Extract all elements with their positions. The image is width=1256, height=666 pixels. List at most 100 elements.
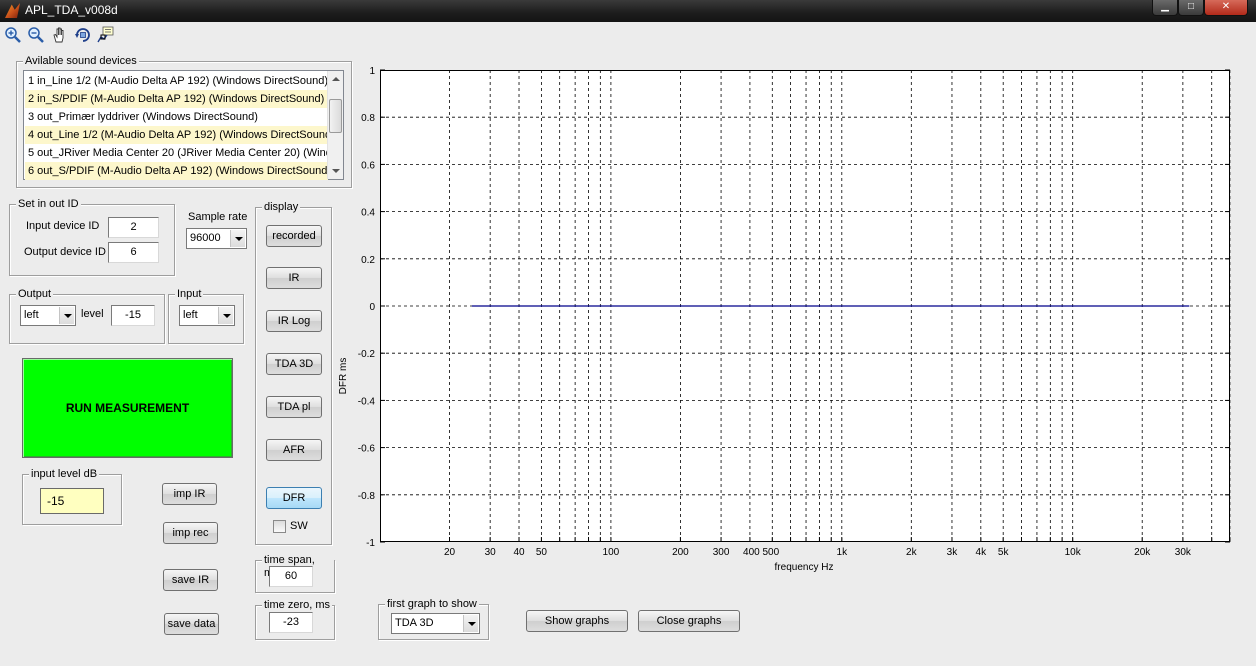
x-tick-label: 2k: [906, 547, 918, 558]
display-afr-button[interactable]: AFR: [266, 439, 322, 461]
input-level-label: input level dB: [29, 468, 100, 481]
close-window-button[interactable]: ✕: [1204, 0, 1248, 16]
input-channel-value: left: [183, 309, 198, 321]
sample-rate-select[interactable]: 96000: [186, 228, 247, 249]
data-cursor-icon[interactable]: [97, 26, 115, 44]
title-bar: APL_TDA_v008d ▁ □ ✕: [0, 0, 1256, 22]
display-tda-pl-button[interactable]: TDA pl: [266, 396, 322, 418]
x-tick-label: 200: [672, 547, 689, 558]
x-tick-label: 1k: [837, 547, 849, 558]
sample-rate-value: 96000: [190, 232, 221, 244]
input-channel-select[interactable]: left: [179, 305, 235, 326]
output-level-label: level: [81, 308, 104, 320]
zoom-in-icon[interactable]: [4, 26, 22, 44]
x-tick-label: 30: [485, 547, 497, 558]
output-channel-select[interactable]: left: [20, 305, 76, 326]
imp-rec-button[interactable]: imp rec: [163, 522, 218, 544]
scroll-up-arrow-icon[interactable]: [328, 71, 343, 87]
dfr-plot-area[interactable]: [380, 70, 1230, 542]
y-tick-label: 0.6: [361, 160, 375, 171]
sound-devices-label: Avilable sound devices: [23, 55, 139, 68]
chevron-down-icon[interactable]: [218, 307, 233, 324]
x-tick-label: 300: [713, 547, 730, 558]
show-graphs-button[interactable]: Show graphs: [526, 610, 628, 632]
close-graphs-button[interactable]: Close graphs: [638, 610, 740, 632]
chevron-down-icon[interactable]: [230, 230, 245, 247]
y-tick-label: 0.8: [361, 113, 375, 124]
input-level-value: -15: [40, 488, 104, 514]
chevron-down-icon[interactable]: [59, 307, 74, 324]
y-tick-label: -0.2: [358, 349, 376, 360]
sw-label: SW: [290, 520, 308, 532]
pan-hand-icon[interactable]: [51, 26, 69, 44]
device-item-1[interactable]: 1 in_Line 1/2 (M-Audio Delta AP 192) (Wi…: [25, 72, 328, 90]
x-tick-label: 10k: [1065, 547, 1082, 558]
first-graph-label: first graph to show: [385, 598, 479, 611]
x-tick-label: 5k: [998, 547, 1010, 558]
input-label: Input: [175, 288, 204, 301]
x-tick-label: 100: [603, 547, 620, 558]
time-span-field[interactable]: 60: [269, 566, 313, 587]
x-tick-label: 3k: [947, 547, 959, 558]
x-tick-label: 400 500: [743, 547, 780, 558]
scroll-down-arrow-icon[interactable]: [328, 163, 343, 179]
display-ir-button[interactable]: IR: [266, 267, 322, 289]
matlab-app-icon: [5, 3, 20, 18]
sw-checkbox[interactable]: [273, 520, 286, 533]
x-tick-label: 50: [536, 547, 548, 558]
output-level-field[interactable]: -15: [111, 305, 155, 326]
y-tick-label: -0.8: [358, 491, 376, 502]
time-zero-field[interactable]: -23: [269, 612, 313, 633]
device-item-3[interactable]: 3 out_Primær lyddriver (Windows DirectSo…: [25, 108, 328, 126]
imp-ir-button[interactable]: imp IR: [162, 483, 217, 505]
set-io-panel: Set in out ID: [9, 198, 175, 276]
window-title: APL_TDA_v008d: [25, 3, 118, 17]
output-label: Output: [16, 288, 54, 301]
time-zero-label: time zero, ms: [262, 599, 333, 612]
first-graph-value: TDA 3D: [395, 617, 434, 629]
display-recorded-button[interactable]: recorded: [266, 225, 322, 247]
figure-toolbar: [0, 22, 1256, 48]
sound-devices-listbox[interactable]: 1 in_Line 1/2 (M-Audio Delta AP 192) (Wi…: [23, 70, 344, 180]
display-tda-3d-button[interactable]: TDA 3D: [266, 353, 322, 375]
input-device-id-label: Input device ID: [26, 220, 100, 232]
x-tick-label: 20: [444, 547, 456, 558]
y-tick-label: 0.2: [361, 255, 375, 266]
x-axis-label: frequency Hz: [775, 562, 834, 573]
display-label: display: [262, 201, 301, 214]
x-tick-label: 20k: [1134, 547, 1151, 558]
y-tick-label: 1: [369, 66, 375, 77]
input-device-id-field[interactable]: 2: [108, 217, 159, 238]
x-tick-label: 30k: [1175, 547, 1192, 558]
scroll-thumb[interactable]: [329, 99, 342, 133]
y-tick-label: 0: [369, 302, 375, 313]
device-item-5[interactable]: 5 out_JRiver Media Center 20 (JRiver Med…: [25, 144, 328, 162]
set-io-label: Set in out ID: [16, 198, 81, 211]
x-tick-label: 4k: [976, 547, 988, 558]
device-item-6[interactable]: 6 out_S/PDIF (M-Audio Delta AP 192) (Win…: [25, 162, 328, 180]
output-device-id-label: Output device ID: [24, 246, 106, 258]
rotate-3d-icon[interactable]: [74, 26, 92, 44]
device-list-scrollbar[interactable]: [327, 71, 343, 179]
y-tick-label: -0.6: [358, 444, 376, 455]
run-measurement-button[interactable]: RUN MEASUREMENT: [22, 358, 233, 458]
output-channel-value: left: [24, 309, 39, 321]
chevron-down-icon[interactable]: [463, 615, 478, 632]
zoom-out-icon[interactable]: [27, 26, 45, 44]
display-dfr-button[interactable]: DFR: [266, 487, 322, 509]
y-tick-label: -1: [366, 538, 375, 549]
save-ir-button[interactable]: save IR: [163, 569, 218, 591]
y-tick-label: 0.4: [361, 208, 375, 219]
display-ir-log-button[interactable]: IR Log: [266, 310, 322, 332]
y-axis-label: DFR ms: [338, 358, 349, 395]
first-graph-select[interactable]: TDA 3D: [391, 613, 480, 634]
minimize-button[interactable]: ▁: [1152, 0, 1178, 16]
device-item-4[interactable]: 4 out_Line 1/2 (M-Audio Delta AP 192) (W…: [25, 126, 328, 144]
x-tick-label: 40: [513, 547, 525, 558]
maximize-button[interactable]: □: [1178, 0, 1204, 16]
output-device-id-field[interactable]: 6: [108, 242, 159, 263]
device-item-2[interactable]: 2 in_S/PDIF (M-Audio Delta AP 192) (Wind…: [25, 90, 328, 108]
sample-rate-label: Sample rate: [188, 211, 248, 223]
y-tick-label: -0.4: [358, 396, 376, 407]
save-data-button[interactable]: save data: [164, 613, 219, 635]
